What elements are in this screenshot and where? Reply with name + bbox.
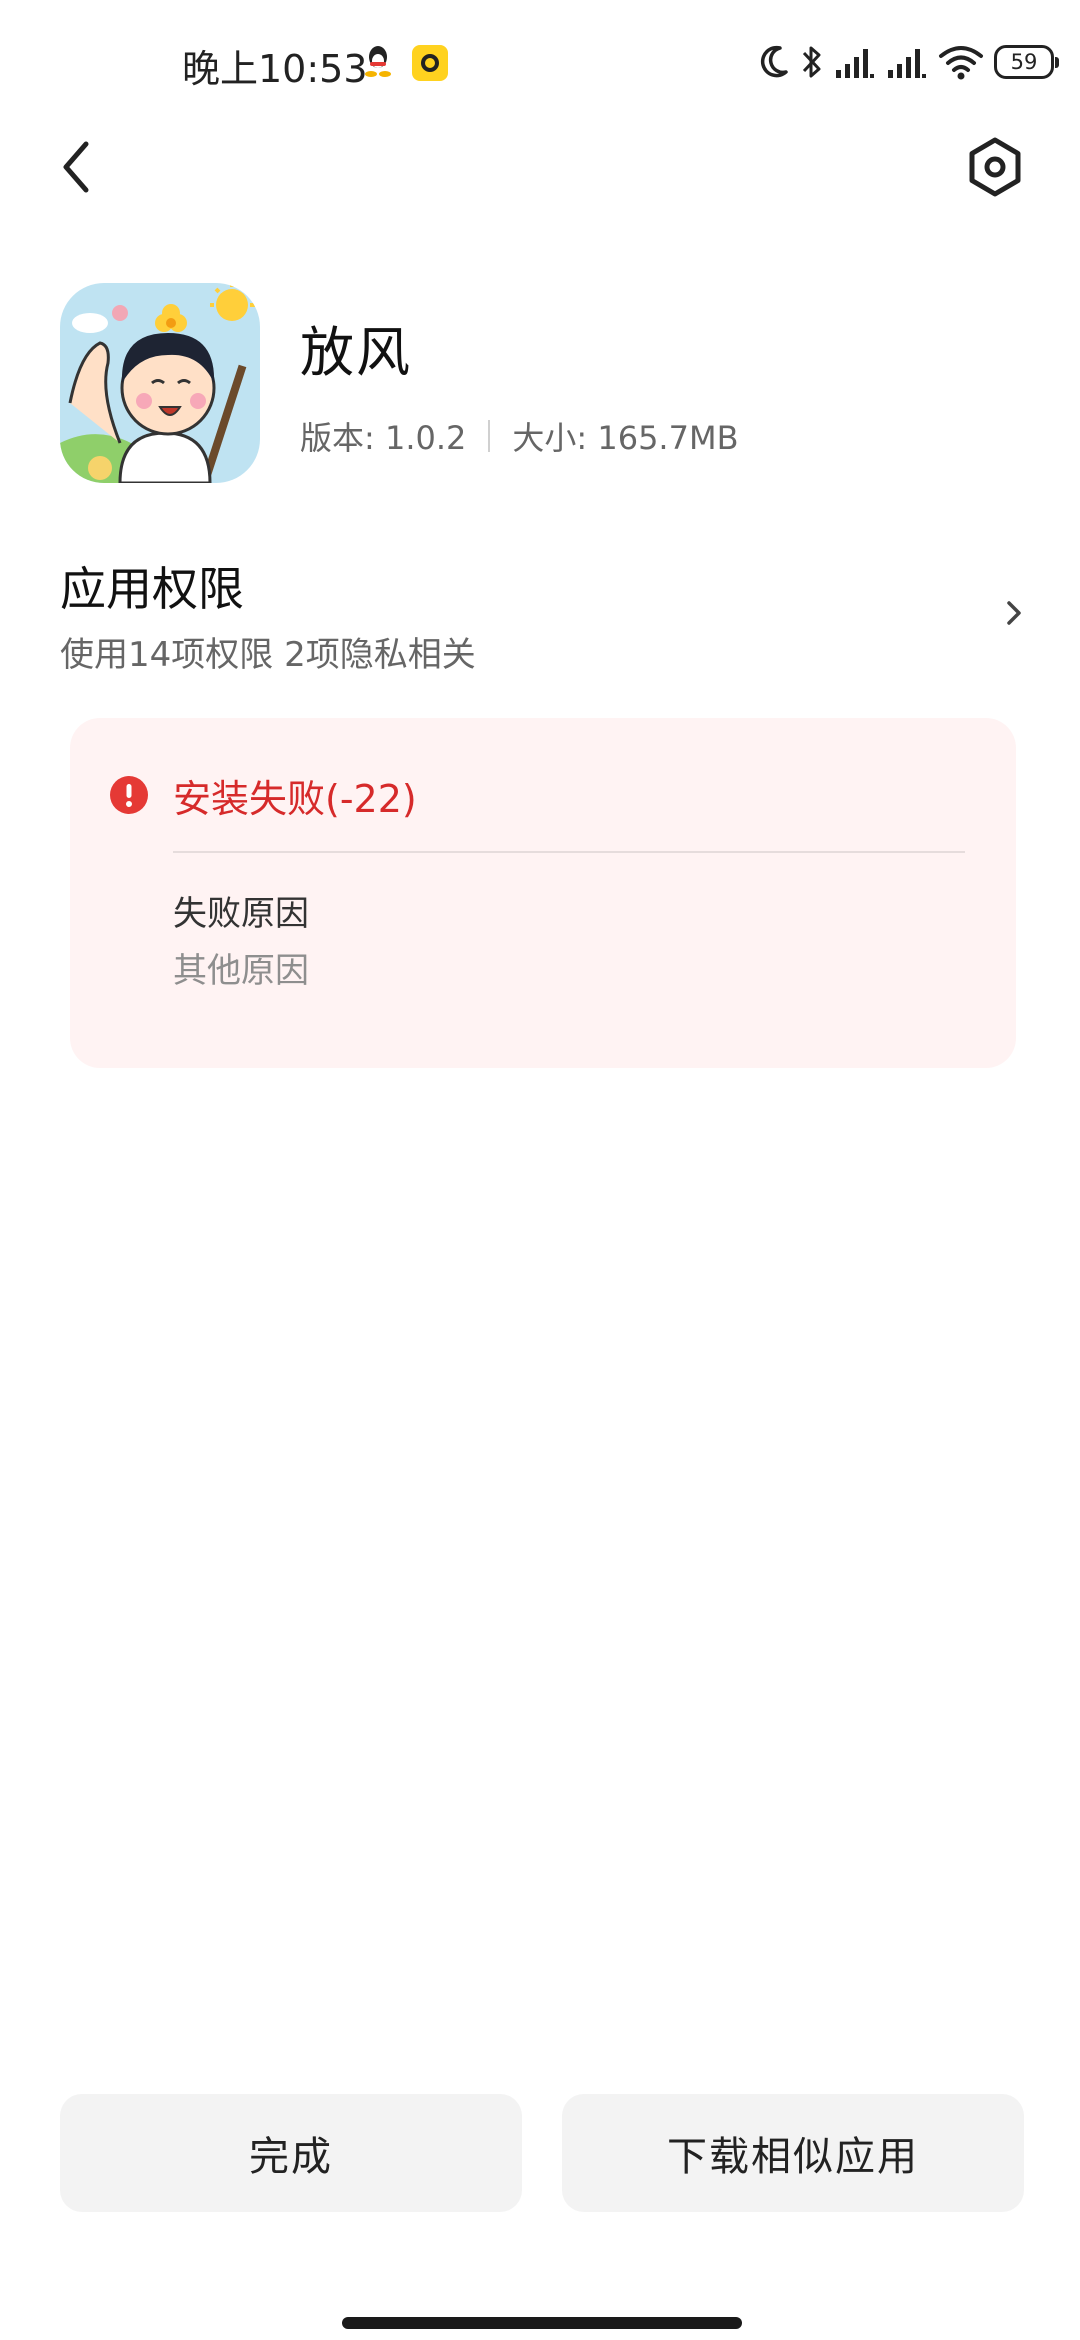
chevron-right-icon: [1007, 601, 1021, 625]
permissions-subtitle: 使用14项权限 2项隐私相关: [60, 635, 476, 675]
bluetooth-icon: [802, 46, 821, 78]
qq-notification-icon: [365, 46, 391, 77]
app-name: 放风: [300, 321, 412, 384]
signal-icon: [836, 49, 874, 78]
install-error-card: 安装失败(-22) 失败原因 其他原因: [70, 718, 1016, 1068]
app-size: 大小: 165.7MB: [512, 419, 739, 457]
failure-reason-label: 失败原因: [173, 894, 309, 934]
download-similar-apps-button[interactable]: 下载相似应用: [562, 2094, 1024, 2212]
failure-reason-value: 其他原因: [173, 951, 309, 991]
status-bar: 晚上10:53 59: [0, 0, 1080, 125]
wifi-icon: [939, 46, 983, 80]
app-version: 版本: 1.0.2: [300, 419, 467, 457]
meta-divider: [488, 420, 491, 452]
status-icons: 59: [758, 38, 1059, 86]
battery-level: 59: [1010, 50, 1038, 74]
permissions-row[interactable]: 应用权限 使用14项权限 2项隐私相关: [0, 545, 1080, 680]
permissions-title: 应用权限: [60, 562, 244, 616]
error-title: 安装失败(-22): [173, 777, 417, 821]
done-button[interactable]: 完成: [60, 2094, 522, 2212]
app-icon: [60, 283, 260, 483]
app-notification-icon: [412, 45, 448, 81]
moon-icon: [760, 45, 788, 78]
settings-button[interactable]: [962, 134, 1028, 200]
battery-icon: 59: [994, 45, 1059, 79]
error-icon: [110, 776, 148, 814]
back-button[interactable]: [50, 132, 106, 202]
status-time: 晚上10:53: [182, 47, 368, 91]
home-indicator[interactable]: [342, 2317, 742, 2329]
app-meta: 版本: 1.0.2 大小: 165.7MB: [300, 413, 739, 459]
divider: [173, 851, 965, 853]
signal-icon: [888, 49, 926, 78]
